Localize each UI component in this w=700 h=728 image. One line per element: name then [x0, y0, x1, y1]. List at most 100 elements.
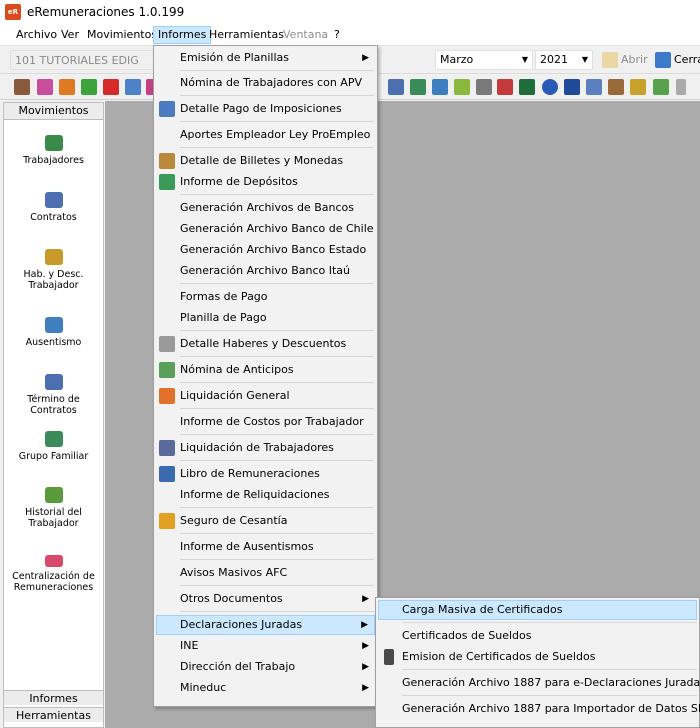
year-select[interactable]: 2021 ▼: [535, 50, 593, 70]
menu-item-label: Formas de Pago: [180, 290, 268, 303]
menu-item-mineduc[interactable]: Mineduc ▶: [156, 678, 375, 698]
menu-informes[interactable]: Informes: [153, 26, 212, 44]
menu-item-nomina-anticipos[interactable]: Nómina de Anticipos: [156, 360, 375, 380]
nav-item-label: Ausentismo: [25, 337, 82, 348]
app-logo-icon: eR: [5, 4, 21, 20]
menu-item-planilla-pago[interactable]: Planilla de Pago: [156, 308, 375, 328]
cross-icon[interactable]: [454, 79, 470, 95]
workers-icon: [44, 135, 63, 151]
search-icon[interactable]: [432, 79, 448, 95]
menu-item-formas-pago[interactable]: Formas de Pago: [156, 287, 375, 307]
inp-icon[interactable]: [564, 79, 580, 95]
menu-item-label: Generación Archivo 1887 para Importador …: [402, 702, 700, 715]
coins-icon: [159, 153, 175, 169]
menu-item-banco-itau[interactable]: Generación Archivo Banco Itaú: [156, 261, 375, 281]
menu-item-liquidacion-trabajadores[interactable]: Liquidación de Trabajadores: [156, 438, 375, 458]
submenu-item-certificados-sueldos[interactable]: Certificados de Sueldos: [378, 626, 697, 646]
nav-item-label: Grupo Familiar: [18, 451, 89, 462]
nav-item-label: Término de Contratos: [27, 394, 80, 416]
company-selector[interactable]: 101 TUTORIALES EDIG: [10, 50, 160, 70]
tools-icon[interactable]: [37, 79, 53, 95]
nav-item-contratos[interactable]: Contratos: [4, 192, 103, 223]
menu-item-reliquidaciones[interactable]: Informe de Reliquidaciones: [156, 485, 375, 505]
contracts-icon: [44, 192, 63, 208]
menu-item-detalle-pago-imposiciones[interactable]: Detalle Pago de Imposiciones: [156, 99, 375, 119]
worker-icon[interactable]: [59, 79, 75, 95]
chevron-right-icon: ▶: [362, 641, 369, 651]
nav-header-movimientos[interactable]: Movimientos: [4, 103, 103, 120]
month-select[interactable]: Marzo ▼: [435, 50, 533, 70]
nav-section-informes[interactable]: Informes: [4, 690, 103, 705]
report-icon[interactable]: [586, 79, 602, 95]
menu-item-avisos-afc[interactable]: Avisos Masivos AFC: [156, 563, 375, 583]
menu-item-declaraciones-juradas[interactable]: Declaraciones Juradas ▶: [156, 615, 375, 635]
menu-item-label: Avisos Masivos AFC: [180, 566, 288, 579]
add-icon[interactable]: [81, 79, 97, 95]
menu-item-banco-estado[interactable]: Generación Archivo Banco Estado: [156, 240, 375, 260]
menu-item-archivos-bancos[interactable]: Generación Archivos de Bancos: [156, 198, 375, 218]
health-icon[interactable]: [103, 79, 119, 95]
advance-list-icon: [159, 362, 175, 378]
ahc-icon[interactable]: [519, 79, 535, 95]
nav-item-trabajadores[interactable]: Trabajadores: [4, 135, 103, 166]
submenu-item-carga-masiva[interactable]: Carga Masiva de Certificados: [378, 600, 697, 620]
menu-item-informe-depositos[interactable]: Informe de Depósitos: [156, 172, 375, 192]
open-button[interactable]: Abrir: [602, 50, 648, 70]
notes-icon[interactable]: [608, 79, 624, 95]
menu-item-aportes-proempleo[interactable]: Aportes Empleador Ley ProEmpleo: [156, 125, 375, 145]
menu-separator: [402, 695, 697, 696]
menu-item-direccion-trabajo[interactable]: Dirección del Trabajo ▶: [156, 657, 375, 677]
menu-item-ine[interactable]: INE ▶: [156, 636, 375, 656]
nav-item-ausentismo[interactable]: Ausentismo: [4, 317, 103, 348]
group-icon[interactable]: [410, 79, 426, 95]
worker-history-icon: [44, 487, 63, 503]
family-group-icon: [44, 431, 63, 447]
sheet-icon[interactable]: [630, 79, 646, 95]
next-icon[interactable]: [542, 79, 558, 95]
menu-item-costos-trabajador[interactable]: Informe de Costos por Trabajador: [156, 412, 375, 432]
transfer-icon[interactable]: [125, 79, 141, 95]
nav-item-centralizacion[interactable]: Centralización de Remuneraciones: [4, 555, 103, 593]
edit-icon[interactable]: [497, 79, 513, 95]
menu-archivo[interactable]: Archivo: [12, 26, 61, 44]
menu-item-otros-documentos[interactable]: Otros Documentos ▶: [156, 589, 375, 609]
menu-item-label: Emisión de Planillas: [180, 51, 289, 64]
menu-herramientas[interactable]: Herramientas: [205, 26, 288, 44]
contracts-icon[interactable]: [388, 79, 404, 95]
submenu-item-1887-importador-sii[interactable]: Generación Archivo 1887 para Importador …: [378, 699, 700, 719]
chevron-down-icon[interactable]: ▼: [518, 51, 532, 69]
menu-item-banco-chile[interactable]: Generación Archivo Banco de Chile: [156, 219, 375, 239]
menu-item-label: Informe de Depósitos: [180, 175, 298, 188]
menu-help[interactable]: ?: [330, 26, 344, 44]
menu-item-nomina-apv[interactable]: Nómina de Trabajadores con APV: [156, 73, 375, 93]
menu-separator: [180, 434, 374, 435]
menu-ventana[interactable]: Ventana: [279, 26, 332, 44]
menu-item-emision-planillas[interactable]: Emisión de Planillas ▶: [156, 48, 375, 68]
menu-item-haberes-descuentos[interactable]: Detalle Haberes y Descuentos: [156, 334, 375, 354]
menu-item-label: Liquidación General: [180, 389, 290, 402]
nav-item-hab-desc[interactable]: Hab. y Desc. Trabajador: [4, 249, 103, 291]
nav-item-historial[interactable]: Historial del Trabajador: [4, 487, 103, 529]
document-icon[interactable]: [476, 79, 492, 95]
toolbar-overflow-icon[interactable]: [676, 79, 686, 95]
calculator-icon: [159, 336, 175, 352]
menu-separator: [180, 330, 374, 331]
nav-section-herramientas[interactable]: Herramientas: [4, 707, 103, 722]
nav-item-grupo-familiar[interactable]: Grupo Familiar: [4, 431, 103, 462]
download-icon[interactable]: [653, 79, 669, 95]
menu-item-libro-remuneraciones[interactable]: Libro de Remuneraciones: [156, 464, 375, 484]
submenu-item-1887-e-declaraciones[interactable]: Generación Archivo 1887 para e-Declaraci…: [378, 673, 700, 693]
menu-movimientos[interactable]: Movimientos: [83, 26, 161, 44]
nav-item-termino-contratos[interactable]: Término de Contratos: [4, 374, 103, 416]
menu-item-ausentismos[interactable]: Informe de Ausentismos: [156, 537, 375, 557]
menu-item-billetes-monedas[interactable]: Detalle de Billetes y Monedas: [156, 151, 375, 171]
nav-item-label: Trabajadores: [23, 155, 84, 166]
submenu-item-emision-certificados[interactable]: Emision de Certificados de Sueldos: [378, 647, 697, 667]
close-button[interactable]: Cerra: [655, 50, 700, 70]
menu-ver[interactable]: Ver: [57, 26, 83, 44]
home-icon[interactable]: [14, 79, 30, 95]
chevron-down-icon[interactable]: ▼: [578, 51, 592, 69]
menu-item-seguro-cesantia[interactable]: Seguro de Cesantía: [156, 511, 375, 531]
menu-bar: Archivo Ver Movimientos Informes Herrami…: [0, 24, 700, 46]
menu-item-liquidacion-general[interactable]: Liquidación General: [156, 386, 375, 406]
